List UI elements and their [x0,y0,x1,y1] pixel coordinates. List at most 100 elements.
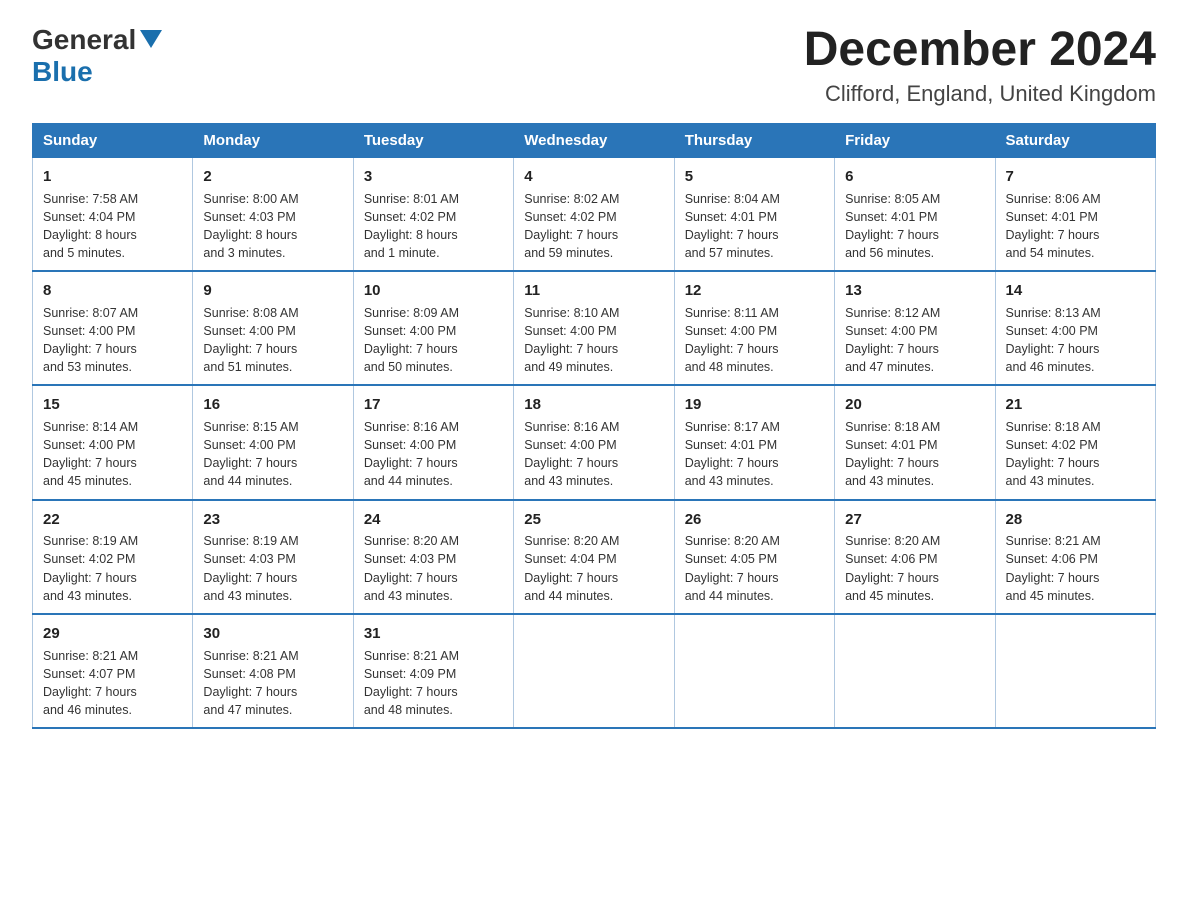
calendar-day-cell: 20Sunrise: 8:18 AMSunset: 4:01 PMDayligh… [835,385,995,499]
calendar-week-row: 15Sunrise: 8:14 AMSunset: 4:00 PMDayligh… [33,385,1156,499]
calendar-day-cell: 7Sunrise: 8:06 AMSunset: 4:01 PMDaylight… [995,157,1155,271]
day-info: Sunrise: 8:00 AMSunset: 4:03 PMDaylight:… [203,190,342,263]
day-info: Sunrise: 8:20 AMSunset: 4:04 PMDaylight:… [524,532,663,605]
logo-arrow-icon [140,30,162,48]
day-info: Sunrise: 8:21 AMSunset: 4:09 PMDaylight:… [364,647,503,720]
day-number: 11 [524,280,663,302]
location-title: Clifford, England, United Kingdom [804,81,1156,107]
day-info: Sunrise: 8:05 AMSunset: 4:01 PMDaylight:… [845,190,984,263]
day-info: Sunrise: 8:19 AMSunset: 4:03 PMDaylight:… [203,532,342,605]
day-number: 10 [364,280,503,302]
calendar-day-cell: 5Sunrise: 8:04 AMSunset: 4:01 PMDaylight… [674,157,834,271]
logo-general-text: General [32,24,136,56]
day-info: Sunrise: 8:20 AMSunset: 4:03 PMDaylight:… [364,532,503,605]
calendar-day-cell [674,614,834,728]
day-number: 16 [203,394,342,416]
calendar-day-cell: 1Sunrise: 7:58 AMSunset: 4:04 PMDaylight… [33,157,193,271]
day-number: 22 [43,509,182,531]
day-info: Sunrise: 7:58 AMSunset: 4:04 PMDaylight:… [43,190,182,263]
day-info: Sunrise: 8:17 AMSunset: 4:01 PMDaylight:… [685,418,824,491]
day-info: Sunrise: 8:09 AMSunset: 4:00 PMDaylight:… [364,304,503,377]
day-number: 5 [685,166,824,188]
calendar-day-cell: 4Sunrise: 8:02 AMSunset: 4:02 PMDaylight… [514,157,674,271]
calendar-week-row: 29Sunrise: 8:21 AMSunset: 4:07 PMDayligh… [33,614,1156,728]
weekday-header-monday: Monday [193,123,353,157]
calendar-day-cell [995,614,1155,728]
weekday-header-friday: Friday [835,123,995,157]
day-number: 19 [685,394,824,416]
calendar-day-cell: 22Sunrise: 8:19 AMSunset: 4:02 PMDayligh… [33,500,193,614]
calendar-day-cell: 17Sunrise: 8:16 AMSunset: 4:00 PMDayligh… [353,385,513,499]
calendar-week-row: 8Sunrise: 8:07 AMSunset: 4:00 PMDaylight… [33,271,1156,385]
calendar-day-cell: 13Sunrise: 8:12 AMSunset: 4:00 PMDayligh… [835,271,995,385]
day-number: 4 [524,166,663,188]
day-info: Sunrise: 8:19 AMSunset: 4:02 PMDaylight:… [43,532,182,605]
day-number: 28 [1006,509,1145,531]
day-number: 17 [364,394,503,416]
calendar-day-cell [835,614,995,728]
day-info: Sunrise: 8:21 AMSunset: 4:06 PMDaylight:… [1006,532,1145,605]
day-info: Sunrise: 8:18 AMSunset: 4:01 PMDaylight:… [845,418,984,491]
weekday-header-row: SundayMondayTuesdayWednesdayThursdayFrid… [33,123,1156,157]
day-info: Sunrise: 8:13 AMSunset: 4:00 PMDaylight:… [1006,304,1145,377]
calendar-day-cell: 10Sunrise: 8:09 AMSunset: 4:00 PMDayligh… [353,271,513,385]
day-info: Sunrise: 8:21 AMSunset: 4:07 PMDaylight:… [43,647,182,720]
day-info: Sunrise: 8:15 AMSunset: 4:00 PMDaylight:… [203,418,342,491]
calendar-day-cell: 8Sunrise: 8:07 AMSunset: 4:00 PMDaylight… [33,271,193,385]
day-info: Sunrise: 8:11 AMSunset: 4:00 PMDaylight:… [685,304,824,377]
calendar-day-cell: 3Sunrise: 8:01 AMSunset: 4:02 PMDaylight… [353,157,513,271]
day-number: 26 [685,509,824,531]
day-number: 7 [1006,166,1145,188]
calendar-day-cell: 9Sunrise: 8:08 AMSunset: 4:00 PMDaylight… [193,271,353,385]
day-number: 20 [845,394,984,416]
calendar-day-cell: 28Sunrise: 8:21 AMSunset: 4:06 PMDayligh… [995,500,1155,614]
calendar-day-cell: 11Sunrise: 8:10 AMSunset: 4:00 PMDayligh… [514,271,674,385]
day-number: 27 [845,509,984,531]
weekday-header-sunday: Sunday [33,123,193,157]
calendar-day-cell: 29Sunrise: 8:21 AMSunset: 4:07 PMDayligh… [33,614,193,728]
day-number: 13 [845,280,984,302]
day-number: 31 [364,623,503,645]
day-info: Sunrise: 8:08 AMSunset: 4:00 PMDaylight:… [203,304,342,377]
calendar-day-cell: 27Sunrise: 8:20 AMSunset: 4:06 PMDayligh… [835,500,995,614]
calendar-day-cell: 6Sunrise: 8:05 AMSunset: 4:01 PMDaylight… [835,157,995,271]
day-info: Sunrise: 8:18 AMSunset: 4:02 PMDaylight:… [1006,418,1145,491]
day-number: 30 [203,623,342,645]
calendar-week-row: 22Sunrise: 8:19 AMSunset: 4:02 PMDayligh… [33,500,1156,614]
day-number: 3 [364,166,503,188]
day-info: Sunrise: 8:04 AMSunset: 4:01 PMDaylight:… [685,190,824,263]
day-number: 24 [364,509,503,531]
day-info: Sunrise: 8:01 AMSunset: 4:02 PMDaylight:… [364,190,503,263]
calendar-day-cell: 19Sunrise: 8:17 AMSunset: 4:01 PMDayligh… [674,385,834,499]
day-number: 18 [524,394,663,416]
calendar-table: SundayMondayTuesdayWednesdayThursdayFrid… [32,123,1156,729]
weekday-header-thursday: Thursday [674,123,834,157]
day-number: 15 [43,394,182,416]
logo: General Blue [32,24,162,88]
day-info: Sunrise: 8:21 AMSunset: 4:08 PMDaylight:… [203,647,342,720]
day-info: Sunrise: 8:06 AMSunset: 4:01 PMDaylight:… [1006,190,1145,263]
calendar-day-cell: 24Sunrise: 8:20 AMSunset: 4:03 PMDayligh… [353,500,513,614]
day-info: Sunrise: 8:16 AMSunset: 4:00 PMDaylight:… [364,418,503,491]
day-info: Sunrise: 8:20 AMSunset: 4:05 PMDaylight:… [685,532,824,605]
day-number: 1 [43,166,182,188]
day-number: 6 [845,166,984,188]
calendar-day-cell: 18Sunrise: 8:16 AMSunset: 4:00 PMDayligh… [514,385,674,499]
calendar-day-cell: 26Sunrise: 8:20 AMSunset: 4:05 PMDayligh… [674,500,834,614]
page-header: General Blue December 2024 Clifford, Eng… [32,24,1156,107]
calendar-week-row: 1Sunrise: 7:58 AMSunset: 4:04 PMDaylight… [33,157,1156,271]
calendar-day-cell [514,614,674,728]
day-number: 29 [43,623,182,645]
weekday-header-saturday: Saturday [995,123,1155,157]
day-info: Sunrise: 8:02 AMSunset: 4:02 PMDaylight:… [524,190,663,263]
calendar-day-cell: 31Sunrise: 8:21 AMSunset: 4:09 PMDayligh… [353,614,513,728]
day-number: 23 [203,509,342,531]
day-number: 8 [43,280,182,302]
day-info: Sunrise: 8:16 AMSunset: 4:00 PMDaylight:… [524,418,663,491]
calendar-day-cell: 25Sunrise: 8:20 AMSunset: 4:04 PMDayligh… [514,500,674,614]
calendar-day-cell: 30Sunrise: 8:21 AMSunset: 4:08 PMDayligh… [193,614,353,728]
logo-blue-text: Blue [32,56,93,87]
day-number: 2 [203,166,342,188]
month-title: December 2024 [804,24,1156,77]
calendar-day-cell: 21Sunrise: 8:18 AMSunset: 4:02 PMDayligh… [995,385,1155,499]
